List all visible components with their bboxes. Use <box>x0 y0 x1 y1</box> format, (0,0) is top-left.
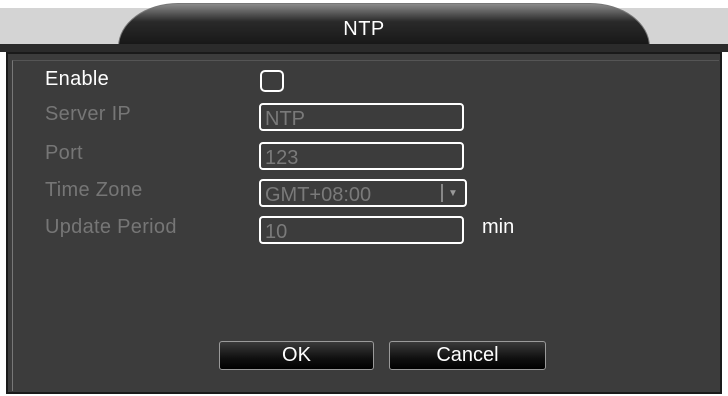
time-zone-label: Time Zone <box>45 179 143 201</box>
time-zone-value: GMT+08:00 <box>265 184 372 206</box>
port-field[interactable]: 123 <box>259 142 464 170</box>
time-zone-select[interactable]: GMT+08:00 ▼ <box>259 179 467 207</box>
server-ip-label: Server IP <box>45 103 132 125</box>
server-ip-value: NTP <box>265 108 305 130</box>
title-bar-divider <box>0 44 728 52</box>
update-period-unit: min <box>482 216 515 238</box>
cancel-button[interactable]: Cancel <box>389 341 546 370</box>
update-period-field[interactable]: 10 <box>259 216 464 244</box>
title-bar: NTP <box>0 0 728 52</box>
port-label: Port <box>45 142 83 164</box>
server-ip-field[interactable]: NTP <box>259 103 464 131</box>
ok-button[interactable]: OK <box>219 341 374 370</box>
dialog-title: NTP <box>343 18 385 40</box>
ntp-dialog: NTP Enable Server IP NTP Port 123 Time Z… <box>0 0 728 396</box>
update-period-label: Update Period <box>45 216 177 238</box>
enable-label: Enable <box>45 68 110 90</box>
port-value: 123 <box>265 147 299 169</box>
update-period-value: 10 <box>265 221 288 243</box>
enable-checkbox[interactable] <box>260 70 284 92</box>
chevron-down-icon[interactable]: ▼ <box>441 184 463 202</box>
